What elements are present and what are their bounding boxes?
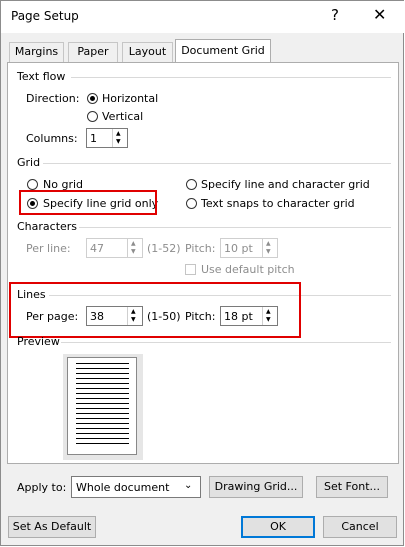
divider — [61, 342, 391, 343]
vertical-label[interactable]: Vertical — [102, 110, 143, 123]
divider — [79, 227, 391, 228]
preview-line — [76, 433, 129, 434]
char-pitch-label: Pitch: — [185, 242, 216, 255]
per-line-spinner[interactable]: 47 ▲ ▼ — [86, 238, 143, 258]
divider — [71, 77, 391, 78]
preview-line — [76, 398, 129, 399]
preview-line — [76, 393, 129, 394]
apply-to-dropdown[interactable]: Whole document ⌄ — [71, 476, 201, 498]
preview-line — [76, 423, 129, 424]
tab-margins[interactable]: Margins — [9, 42, 64, 62]
horizontal-radio[interactable] — [87, 93, 98, 104]
tab-paper[interactable]: Paper — [68, 42, 118, 62]
preview-line — [76, 408, 129, 409]
cancel-button[interactable]: Cancel — [323, 516, 397, 538]
title-bar: Page Setup ? ✕ — [1, 1, 405, 33]
columns-value[interactable]: 1 — [90, 132, 97, 145]
char-pitch-value[interactable]: 10 pt — [224, 242, 253, 255]
spinner-arrows[interactable]: ▲ ▼ — [262, 239, 277, 257]
columns-label: Columns: — [26, 132, 78, 145]
drawing-grid-button[interactable]: Drawing Grid... — [209, 476, 303, 498]
text-snaps-label[interactable]: Text snaps to character grid — [201, 197, 355, 210]
help-icon[interactable]: ? — [331, 6, 339, 24]
direction-label: Direction: — [26, 92, 80, 105]
close-icon[interactable]: ✕ — [373, 5, 386, 24]
preview-line — [76, 438, 129, 439]
preview-line — [76, 373, 129, 374]
apply-to-label: Apply to: — [17, 481, 67, 494]
preview-line — [76, 403, 129, 404]
page-setup-dialog: Page Setup ? ✕ Margins Paper Layout Docu… — [0, 0, 405, 546]
grid-heading: Grid — [17, 156, 41, 169]
preview-line — [76, 413, 129, 414]
preview-line — [76, 368, 129, 369]
columns-spinner[interactable]: 1 ▲ ▼ — [86, 128, 128, 148]
spinner-arrows[interactable]: ▲ ▼ — [112, 129, 127, 147]
preview-line — [76, 383, 129, 384]
set-as-default-button[interactable]: Set As Default — [8, 516, 96, 538]
horizontal-label[interactable]: Horizontal — [102, 92, 158, 105]
char-pitch-spinner[interactable]: 10 pt ▲ ▼ — [220, 238, 278, 258]
apply-to-value[interactable]: Whole document — [76, 481, 169, 494]
preview-page — [67, 357, 137, 455]
preview-line — [76, 363, 129, 364]
no-grid-radio[interactable] — [27, 179, 38, 190]
tab-document-grid[interactable]: Document Grid — [175, 39, 271, 63]
text-flow-heading: Text flow — [17, 70, 66, 83]
characters-heading: Characters — [17, 220, 78, 233]
ok-button[interactable]: OK — [241, 516, 315, 538]
per-line-value[interactable]: 47 — [90, 242, 104, 255]
highlight-box — [9, 282, 301, 338]
dialog-title: Page Setup — [11, 9, 79, 23]
per-line-range: (1-52) — [147, 242, 181, 255]
preview-line — [76, 378, 129, 379]
divider — [43, 163, 391, 164]
preview-heading: Preview — [17, 335, 60, 348]
page-preview — [63, 354, 143, 460]
preview-line — [76, 428, 129, 429]
default-pitch-checkbox[interactable] — [185, 264, 196, 275]
per-line-label: Per line: — [26, 242, 71, 255]
vertical-radio[interactable] — [87, 111, 98, 122]
line-char-grid-label[interactable]: Specify line and character grid — [201, 178, 370, 191]
preview-line — [76, 418, 129, 419]
tab-layout[interactable]: Layout — [122, 42, 173, 62]
line-char-grid-radio[interactable] — [186, 179, 197, 190]
preview-line — [76, 388, 129, 389]
spinner-arrows[interactable]: ▲ ▼ — [127, 239, 142, 257]
text-snaps-radio[interactable] — [186, 198, 197, 209]
chevron-down-icon[interactable]: ⌄ — [184, 480, 192, 491]
highlight-box — [19, 190, 157, 215]
preview-line — [76, 443, 129, 444]
set-font-button[interactable]: Set Font... — [316, 476, 388, 498]
default-pitch-label[interactable]: Use default pitch — [201, 263, 295, 276]
